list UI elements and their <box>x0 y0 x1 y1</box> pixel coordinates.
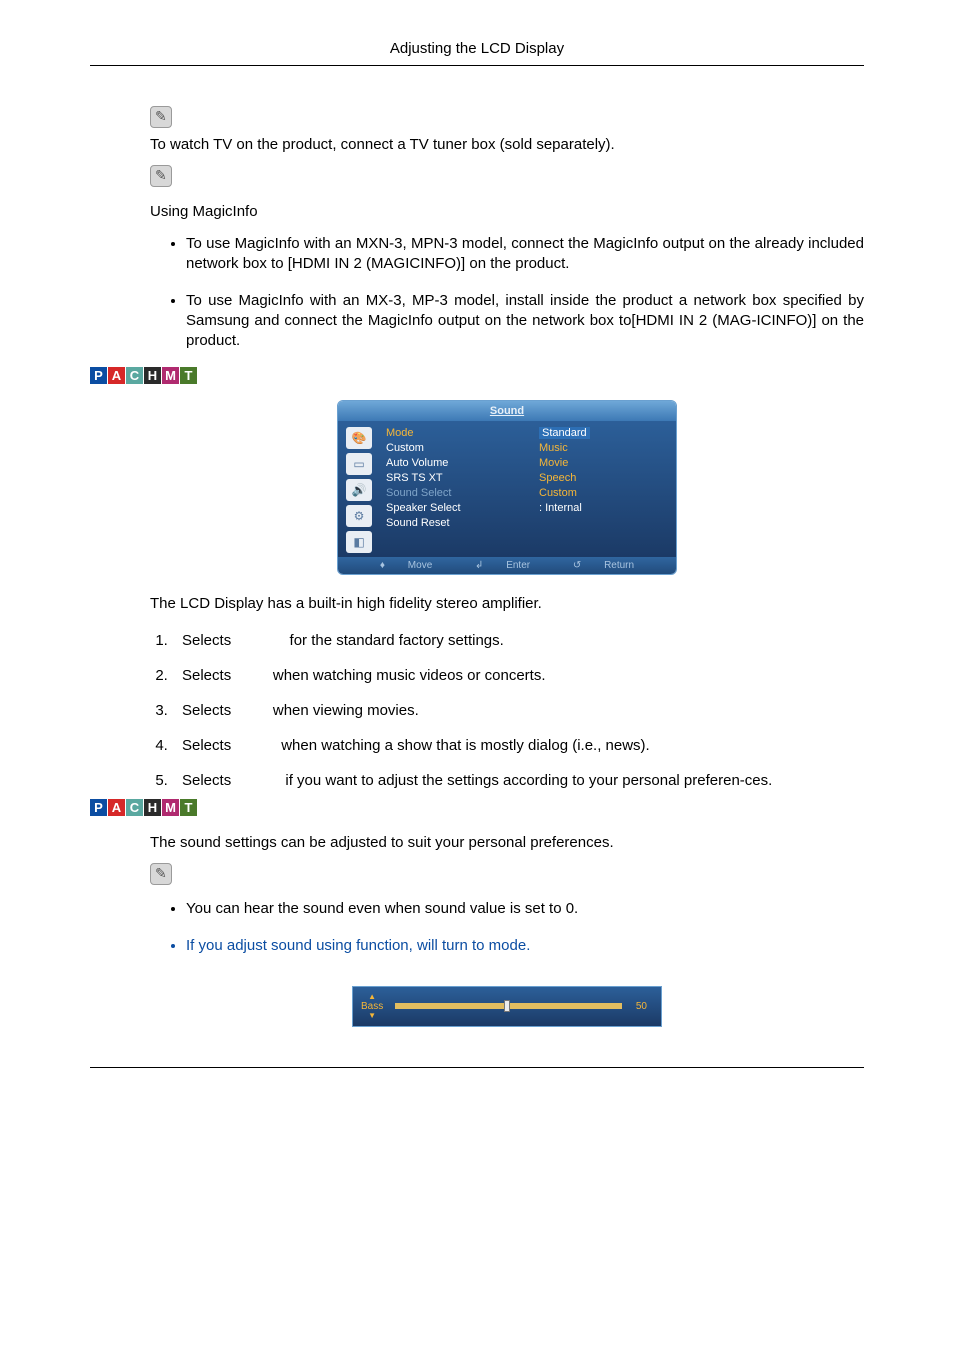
badge-a: A <box>108 799 125 816</box>
sound-icon: 🔊 <box>346 479 372 501</box>
palette-icon: 🎨 <box>346 427 372 449</box>
list-prefix: Selects <box>182 667 235 684</box>
note-icon <box>150 106 172 128</box>
list-suffix: when watching a show that is mostly dial… <box>277 737 650 754</box>
magicinfo-bullet-list: To use MagicInfo with an MXN-3, MPN-3 mo… <box>186 234 864 351</box>
sound-mode-list: Selects for the standard factory setting… <box>172 632 864 789</box>
input-mode-badges-2: P A C H M T <box>90 799 864 816</box>
list-suffix: if you want to adjust the settings accor… <box>281 772 772 789</box>
osd-title: Sound <box>338 401 676 421</box>
note-block-2 <box>150 165 864 187</box>
list-item: To use MagicInfo with an MX-3, MP-3 mode… <box>186 291 864 352</box>
badge-a: A <box>108 367 125 384</box>
list-prefix: Selects <box>182 632 235 649</box>
magicinfo-heading: Using MagicInfo <box>150 203 864 220</box>
list-item: Selects when watching a show that is mos… <box>172 737 864 754</box>
note-block-3 <box>150 863 864 885</box>
list-suffix: when viewing movies. <box>269 702 419 719</box>
note-icon <box>150 165 172 187</box>
list-item: Selects for the standard factory setting… <box>172 632 864 649</box>
osd-item-soundreset: Sound Reset <box>386 517 515 529</box>
list-item: Selects if you want to adjust the settin… <box>172 772 864 789</box>
badge-p: P <box>90 367 107 384</box>
page-header-title: Adjusting the LCD Display <box>90 40 864 66</box>
enter-icon: ↲ <box>475 560 483 571</box>
arrow-down-icon: ▼ <box>368 1012 376 1020</box>
badge-p: P <box>90 799 107 816</box>
list-item: If you adjust sound using function, will… <box>186 936 864 956</box>
osd-value-standard: Standard <box>539 427 590 439</box>
osd-side-icons: 🎨 ▭ 🔊 ⚙ ◧ <box>346 427 372 553</box>
osd-item-srs: SRS TS XT <box>386 472 515 484</box>
osd-item-custom: Custom <box>386 442 515 454</box>
osd-value-speech: Speech <box>539 472 668 484</box>
list-item: You can hear the sound even when sound v… <box>186 899 864 919</box>
list-item: To use MagicInfo with an MXN-3, MPN-3 mo… <box>186 234 864 275</box>
osd-footer-return: ↺ Return <box>563 560 644 571</box>
return-icon: ↺ <box>573 560 581 571</box>
osd-right-column: Standard Music Movie Speech Custom : Int… <box>539 427 668 553</box>
badge-c: C <box>126 367 143 384</box>
updown-icon: ♦ <box>380 560 385 571</box>
osd-item-soundselect: Sound Select <box>386 487 515 499</box>
custom-notes-list: You can hear the sound even when sound v… <box>186 899 864 956</box>
list-prefix: Selects <box>182 772 235 789</box>
osd-value-custom: Custom <box>539 487 668 499</box>
badge-t: T <box>180 799 197 816</box>
note-icon <box>150 863 172 885</box>
osd-sound-menu: Sound 🎨 ▭ 🔊 ⚙ ◧ Mode Custom Auto Volume <box>337 400 677 575</box>
badge-h: H <box>144 799 161 816</box>
multi-icon: ◧ <box>346 531 372 553</box>
slider-thumb <box>504 1000 510 1012</box>
badge-h: H <box>144 367 161 384</box>
list-prefix: Selects <box>182 702 235 719</box>
note-block-1 <box>150 106 864 128</box>
list-suffix: for the standard factory settings. <box>285 632 503 649</box>
badge-m: M <box>162 799 179 816</box>
tv-tuner-note-text: To watch TV on the product, connect a TV… <box>150 134 864 155</box>
osd-footer: ♦ Move ↲ Enter ↺ Return <box>338 557 676 574</box>
footer-divider <box>90 1067 864 1068</box>
badge-m: M <box>162 367 179 384</box>
osd-item-autovolume: Auto Volume <box>386 457 515 469</box>
slider-track <box>395 1003 622 1009</box>
osd-value-internal: : Internal <box>539 502 668 514</box>
badge-c: C <box>126 799 143 816</box>
amplifier-text: The LCD Display has a built-in high fide… <box>150 593 864 614</box>
osd-left-column: Mode Custom Auto Volume SRS TS XT Sound … <box>386 427 515 553</box>
display-icon: ▭ <box>346 453 372 475</box>
badge-t: T <box>180 367 197 384</box>
osd-footer-enter: ↲ Enter <box>465 560 540 571</box>
osd-value-movie: Movie <box>539 457 668 469</box>
slider-value: 50 <box>636 1001 647 1012</box>
osd-item-mode: Mode <box>386 427 515 439</box>
list-item: Selects when viewing movies. <box>172 702 864 719</box>
custom-intro-text: The sound settings can be adjusted to su… <box>150 832 864 853</box>
settings-icon: ⚙ <box>346 505 372 527</box>
list-suffix: when watching music videos or concerts. <box>269 667 546 684</box>
osd-footer-move: ♦ Move <box>370 560 442 571</box>
input-mode-badges: P A C H M T <box>90 367 864 384</box>
list-item: Selects when watching music videos or co… <box>172 667 864 684</box>
osd-slider-bass: ▲ Bass ▼ 50 <box>352 986 662 1027</box>
osd-value-music: Music <box>539 442 668 454</box>
osd-item-speakerselect: Speaker Select <box>386 502 515 514</box>
arrow-up-icon: ▲ <box>368 993 376 1001</box>
list-prefix: Selects <box>182 737 235 754</box>
